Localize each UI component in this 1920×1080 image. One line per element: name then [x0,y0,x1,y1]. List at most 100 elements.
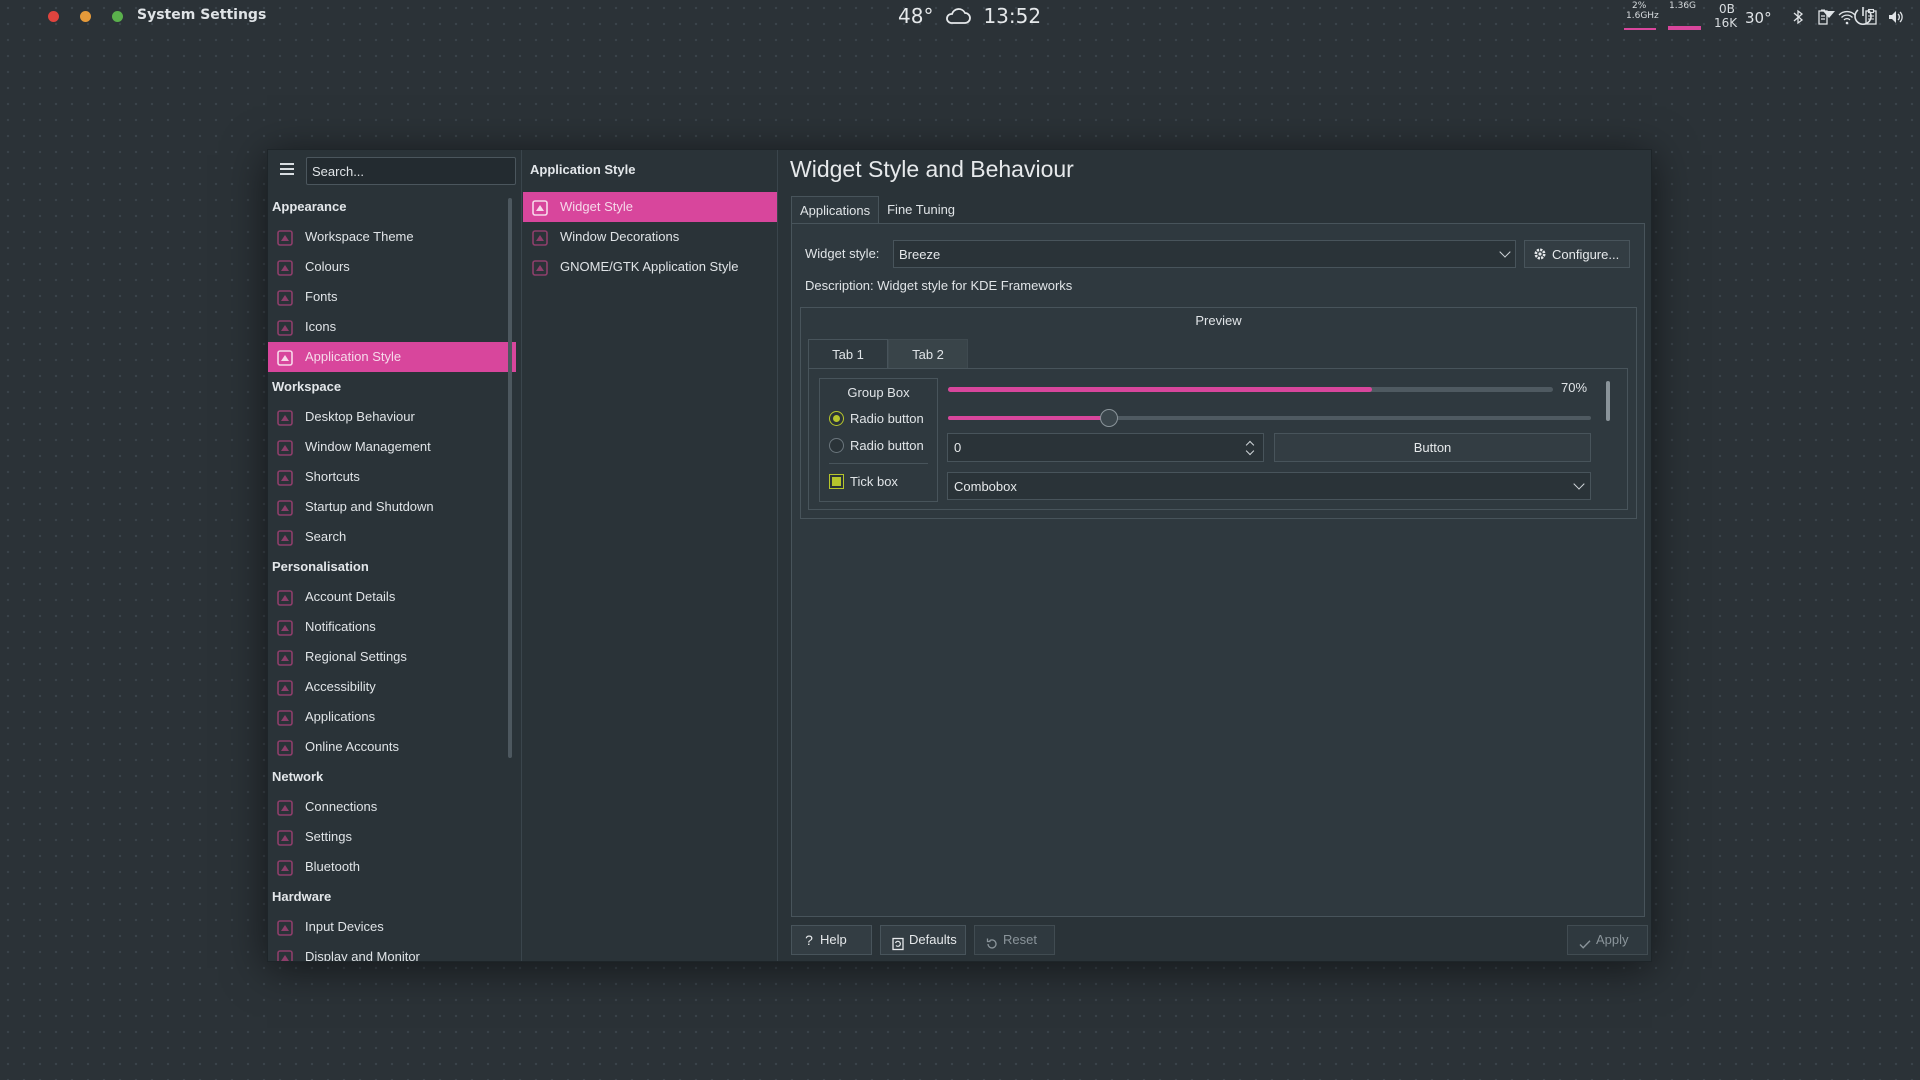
sidebar-item-display-and-monitor[interactable]: Display and Monitor [268,942,516,961]
sidebar-item-account-details[interactable]: Account Details [268,582,516,612]
sidebar-search-input[interactable]: Search... [306,157,516,185]
close-window-button[interactable] [48,11,59,22]
clock-weather[interactable]: 48° 13:52 [898,4,1041,28]
sidebar-item-window-management[interactable]: Window Management [268,432,516,462]
application-style-icon [276,348,294,366]
sidebar-item-label: Desktop Behaviour [305,409,415,424]
preview-button[interactable]: Button [1274,433,1591,462]
sidebar-item-bluetooth[interactable]: Bluetooth [268,852,516,882]
checkmark-icon [1578,933,1592,949]
accessibility-icon [276,678,294,696]
sidebar-item-search[interactable]: Search [268,522,516,552]
tick-box-label: Tick box [850,474,898,489]
slider-fill [948,416,1109,420]
configure-button[interactable]: Configure... [1524,240,1630,268]
sidebar-item-label: Online Accounts [305,739,399,754]
sidebar-item-shortcuts[interactable]: Shortcuts [268,462,516,492]
sidebar-item-online-accounts[interactable]: Online Accounts [268,732,516,762]
preview-radio-button-2[interactable]: Radio button [829,438,924,454]
defaults-label: Defaults [909,932,957,947]
workspace-theme-icon [276,228,294,246]
applications-tab-pane: Widget style: Breeze Configure... Descri… [791,223,1645,917]
hamburger-menu-icon[interactable] [280,163,294,175]
sub-panel-item-window-decorations[interactable]: Window Decorations [523,222,777,252]
defaults-button[interactable]: Defaults [880,925,966,955]
sub-panel-item-label: GNOME/GTK Application Style [560,259,739,274]
sidebar-item-desktop-behaviour[interactable]: Desktop Behaviour [268,402,516,432]
sidebar-item-connections[interactable]: Connections [268,792,516,822]
sidebar-item-settings[interactable]: Settings [268,822,516,852]
top-panel: System Settings 48° 13:52 2% 1.6GHz 1.36… [0,0,1920,34]
shortcuts-icon [276,468,294,486]
content-area: Widget Style and Behaviour Applications … [779,150,1651,961]
sidebar: Search... Appearance Workspace Theme Colou… [268,150,522,961]
tab-applications[interactable]: Applications [791,196,880,223]
sidebar-scrollbar[interactable] [508,198,512,758]
sidebar-item-fonts[interactable]: Fonts [268,282,516,312]
network-up: 0B [1719,2,1735,16]
help-label: Help [820,932,847,947]
colours-icon [276,258,294,276]
search-icon [276,528,294,546]
sidebar-item-notifications[interactable]: Notifications [268,612,516,642]
sidebar-item-label: Applications [305,709,376,724]
sidebar-item-colours[interactable]: Colours [268,252,516,282]
window-decorations-icon [531,228,549,246]
display-monitor-icon [276,948,294,961]
input-devices-icon [276,918,294,936]
radio-checked-icon [829,411,844,426]
radio-label-1: Radio button [850,411,924,426]
content-tabs: Applications Fine Tuning [791,196,963,223]
combobox-value: Combobox [954,479,1017,494]
sidebar-item-icons[interactable]: Icons [268,312,516,342]
sidebar-item-label: Settings [305,829,352,844]
preview-slider[interactable] [948,409,1591,427]
tab-fine-tuning[interactable]: Fine Tuning [879,196,963,223]
bluetooth-icon[interactable] [1789,8,1807,26]
network-down: 16K [1714,16,1738,30]
memory-graph [1668,26,1701,30]
sidebar-item-input-devices[interactable]: Input Devices [268,912,516,942]
preview-spinbox[interactable]: 0 [947,433,1264,462]
sidebar-item-label: Application Style [305,349,402,364]
group-box-divider [829,463,928,464]
sidebar-item-applications[interactable]: Applications [268,702,516,732]
tray-expand-arrow-icon[interactable] [1823,11,1835,18]
gear-icon [1533,247,1547,264]
preview-radio-button-1[interactable]: Radio button [829,411,924,427]
network-settings-icon [276,828,294,846]
preview-vertical-scrollbar[interactable] [1606,381,1610,421]
slider-handle[interactable] [1099,409,1118,427]
preview-combobox[interactable]: Combobox [947,472,1591,500]
sidebar-item-label: Colours [305,259,350,274]
reset-button[interactable]: Reset [974,925,1055,955]
sub-panel-item-gnome-gtk-application-style[interactable]: GNOME/GTK Application Style [523,252,777,282]
preview-tab-1[interactable]: Tab 1 [808,339,888,368]
minimize-window-button[interactable] [80,11,91,22]
cloud-icon [945,7,972,25]
widget-style-combobox[interactable]: Breeze [893,240,1516,268]
spinbox-arrows-icon[interactable] [1245,437,1255,457]
radio-unchecked-icon [829,438,844,453]
sidebar-item-startup-and-shutdown[interactable]: Startup and Shutdown [268,492,516,522]
apply-button[interactable]: Apply [1567,925,1648,955]
sidebar-item-application-style[interactable]: Application Style [268,342,516,372]
preview-tab-2[interactable]: Tab 2 [888,339,968,368]
preview-group-box: Group Box Radio button Radio button Tick… [819,378,938,502]
sidebar-item-workspace-theme[interactable]: Workspace Theme [268,222,516,252]
sidebar-item-accessibility[interactable]: Accessibility [268,672,516,702]
help-button[interactable]: ? Help [791,925,872,955]
sidebar-item-regional-settings[interactable]: Regional Settings [268,642,516,672]
sidebar-item-label: Workspace Theme [305,229,414,244]
memory-used: 1.36G [1669,1,1697,11]
volume-icon[interactable] [1887,8,1905,26]
sub-panel-item-widget-style[interactable]: Widget Style [523,192,777,222]
power-icon[interactable] [1851,4,1875,32]
chevron-down-icon [1573,478,1585,490]
spinbox-value: 0 [954,440,962,455]
maximize-window-button[interactable] [112,11,123,22]
preview-tick-box[interactable]: Tick box [829,474,898,490]
radio-label-2: Radio button [850,438,924,453]
clock-time: 13:52 [983,4,1042,28]
widget-style-icon [531,198,549,216]
